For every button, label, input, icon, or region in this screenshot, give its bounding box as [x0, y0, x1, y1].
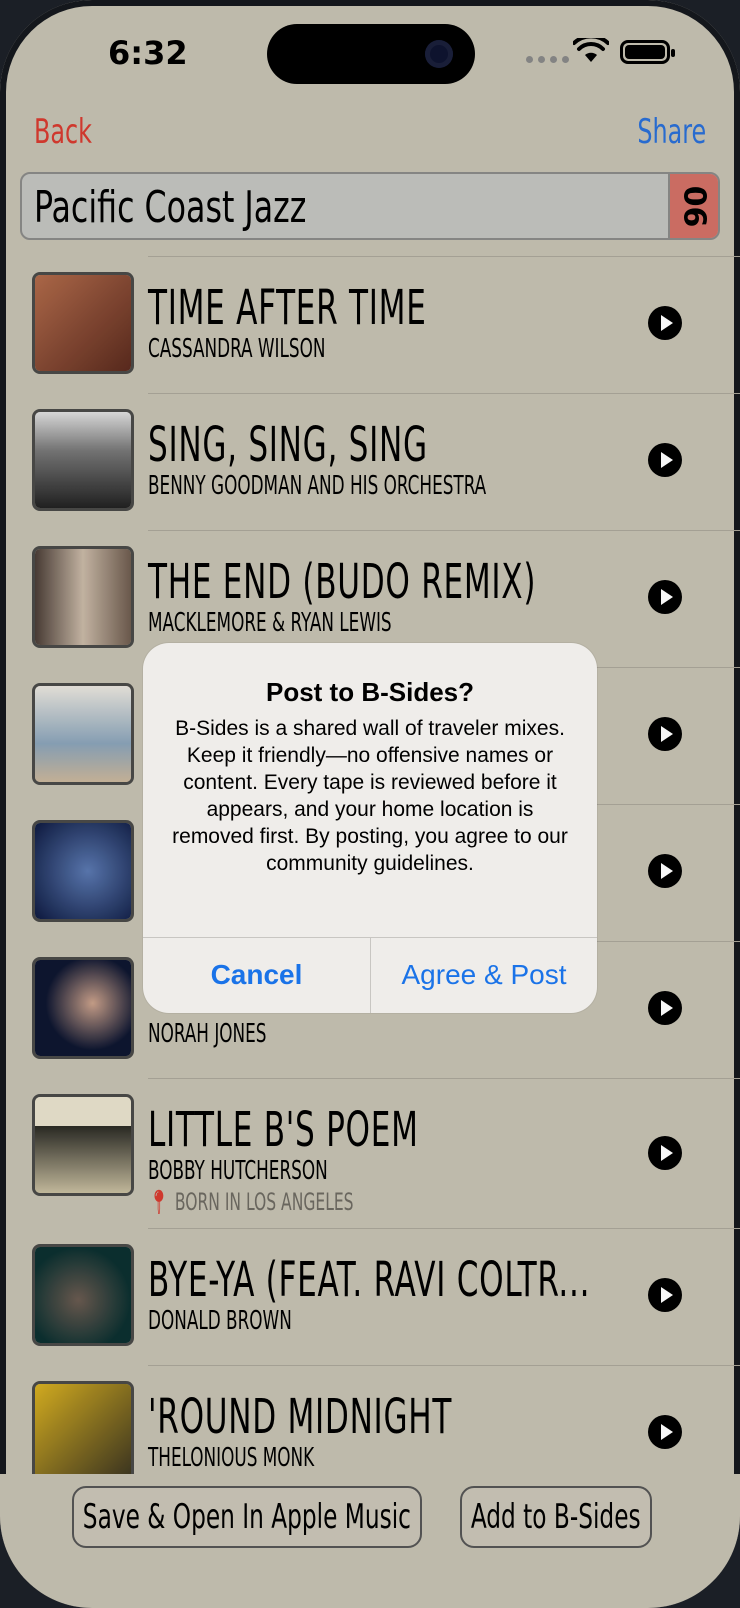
agree-post-button[interactable]: Agree & Post [371, 937, 597, 1013]
alert-message: B-Sides is a shared wall of traveler mix… [172, 717, 568, 875]
alert-title: Post to B-Sides? [265, 677, 474, 707]
cancel-button[interactable]: Cancel [143, 937, 370, 1013]
phone-screen: 6:32 Back Share Pacific Coast Jazz 06 TI… [0, 0, 740, 1608]
post-alert-dialog: Post to B-Sides? B-Sides is a shared wal… [143, 643, 597, 1013]
